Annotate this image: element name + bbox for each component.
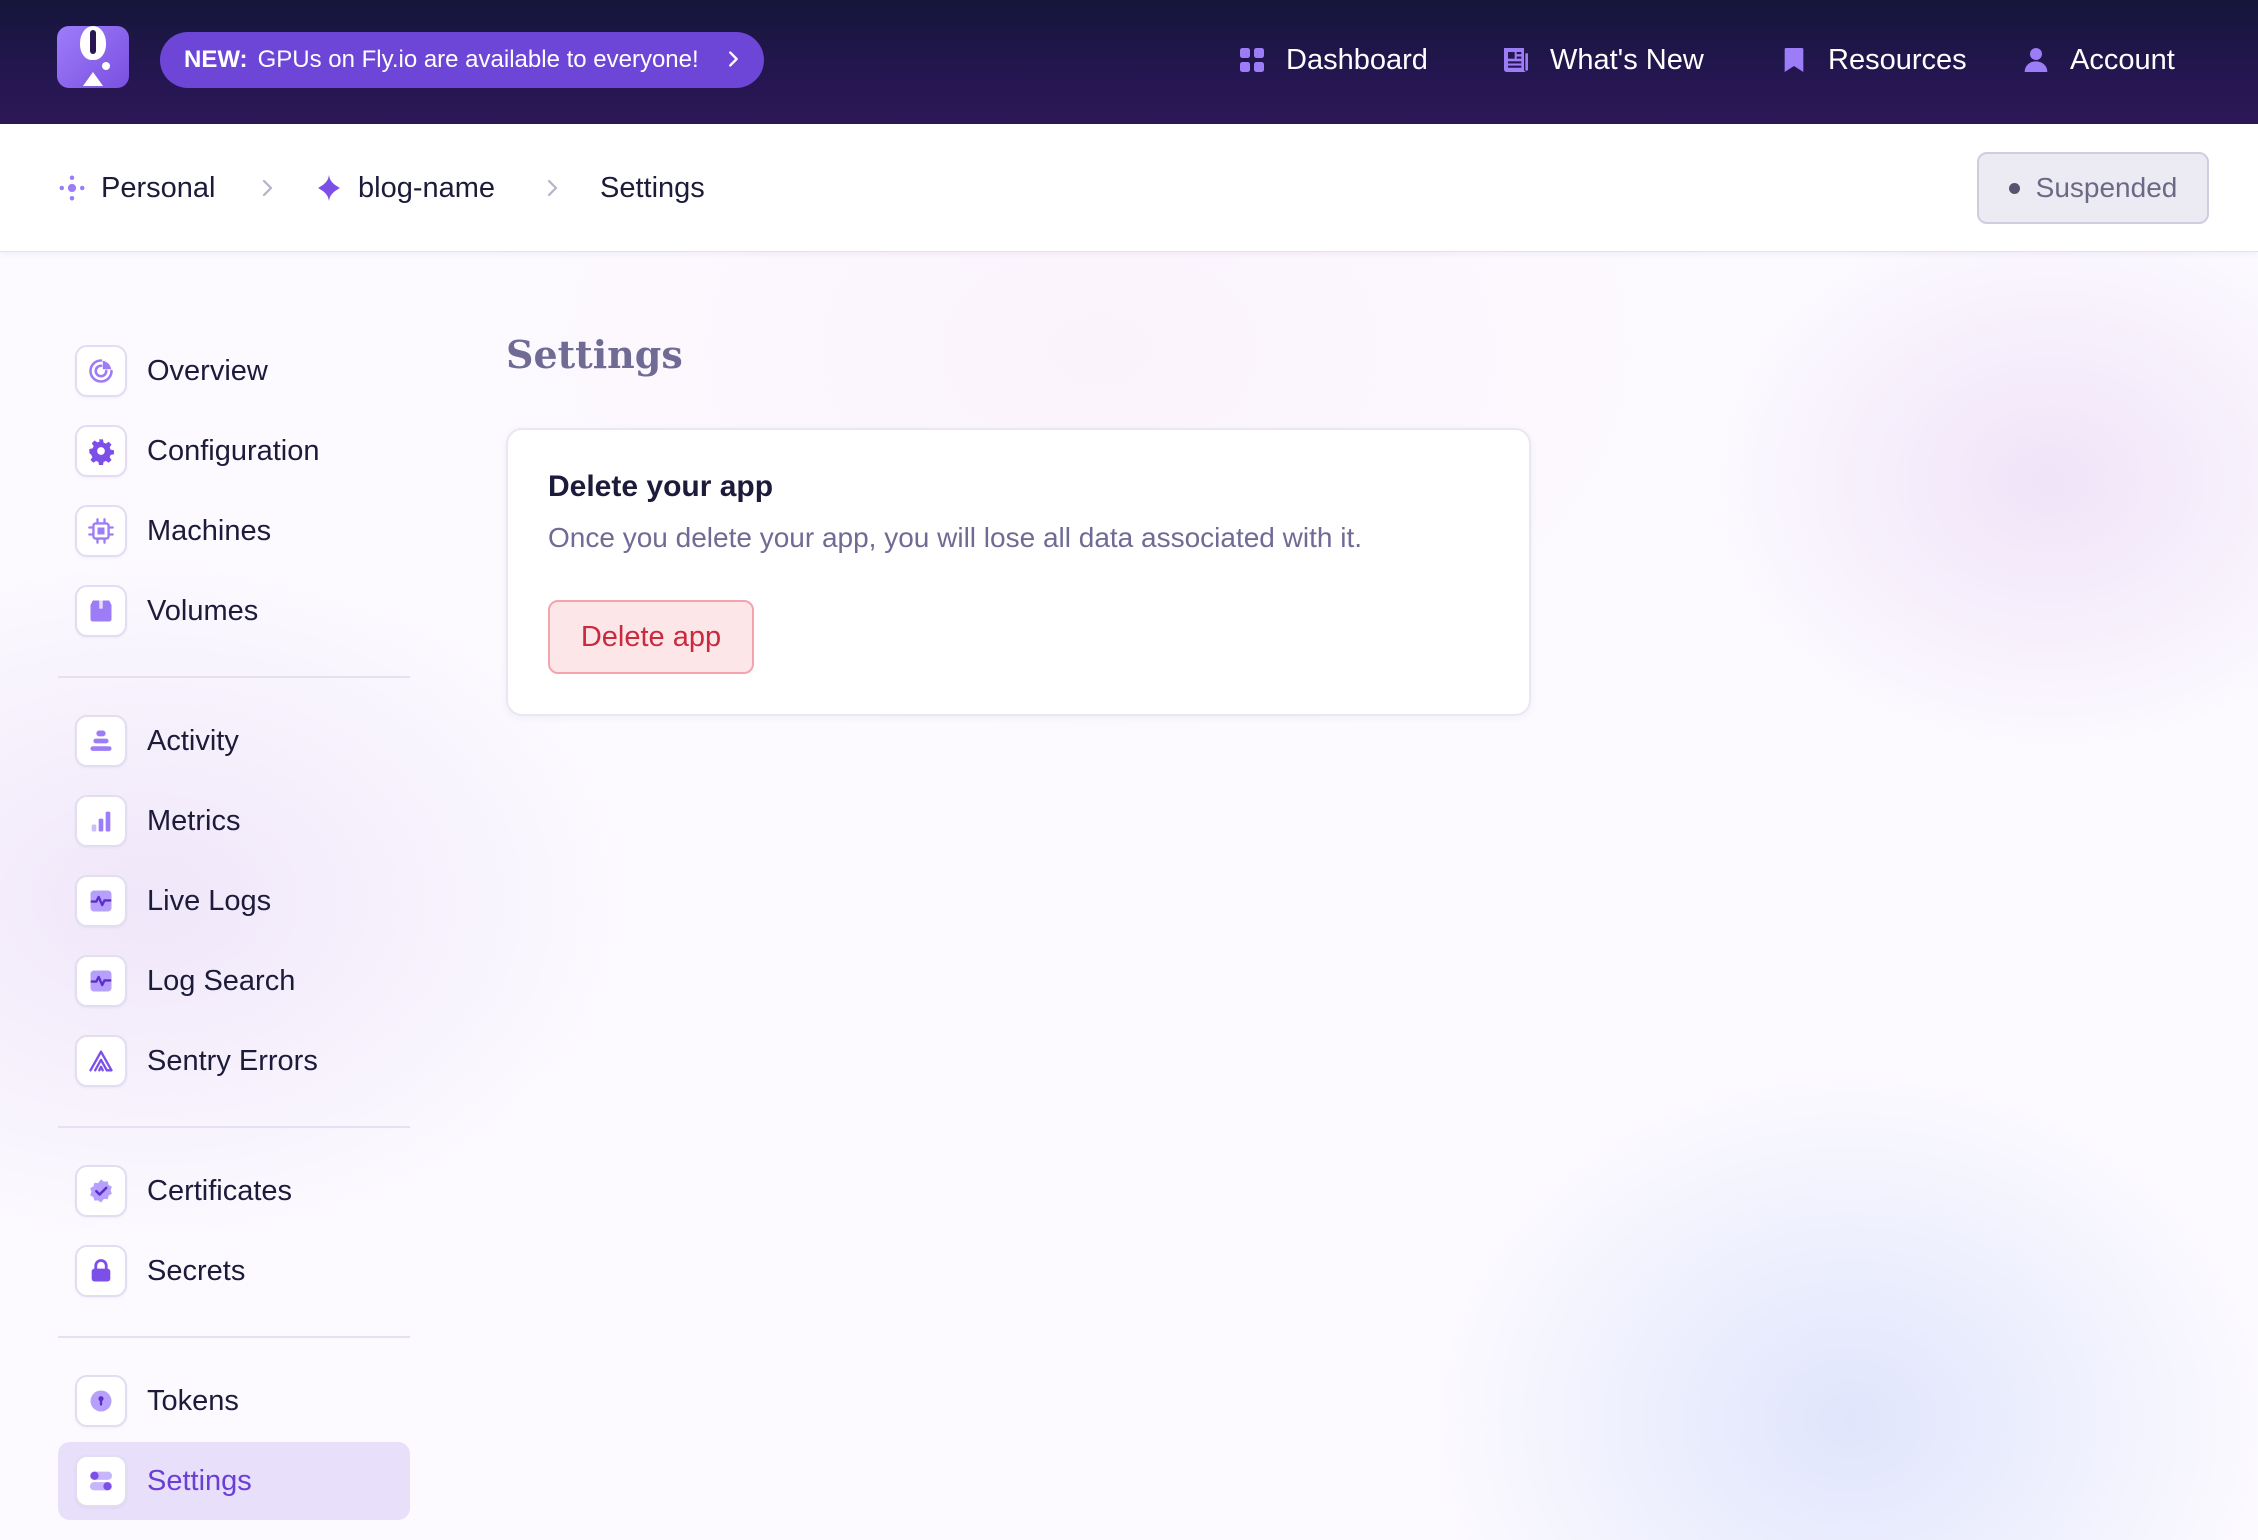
breadcrumb: Personal blog-name Settings Suspended	[0, 124, 2258, 252]
sidebar-item-label: Secrets	[147, 1254, 246, 1287]
announcement-prefix: NEW:	[184, 46, 248, 73]
sidebar-item-certificates[interactable]: Certificates	[58, 1152, 410, 1230]
chevron-right-icon	[547, 179, 558, 197]
sidebar-item-label: Metrics	[147, 804, 241, 837]
sparkle-icon	[318, 174, 340, 202]
token-icon	[75, 1375, 127, 1427]
sidebar-divider	[58, 1336, 410, 1338]
sidebar-item-label: Overview	[147, 354, 268, 387]
status-badge[interactable]: Suspended	[1977, 152, 2209, 224]
nav-whats-new[interactable]: What's New	[1500, 36, 1704, 84]
sidebar-item-label: Live Logs	[147, 884, 272, 917]
sidebar-item-configuration[interactable]: Configuration	[58, 412, 410, 490]
box-icon	[75, 585, 127, 637]
sidebar-item-metrics[interactable]: Metrics	[58, 782, 410, 860]
activity-icon	[75, 715, 127, 767]
sidebar-item-label: Certificates	[147, 1174, 293, 1207]
sidebar-item-overview[interactable]: Overview	[58, 332, 410, 410]
breadcrumb-settings[interactable]: Settings	[600, 168, 705, 208]
sidebar-item-activity[interactable]: Activity	[58, 702, 410, 780]
nav-resources-label: Resources	[1828, 43, 1967, 76]
nav-account[interactable]: Account	[2020, 36, 2175, 84]
sidebar-item-sentry-errors[interactable]: Sentry Errors	[58, 1022, 410, 1100]
sidebar-item-label: Machines	[147, 514, 272, 547]
breadcrumb-personal-label: Personal	[101, 171, 216, 204]
sidebar-item-settings[interactable]: Settings	[58, 1442, 410, 1520]
sidebar-divider	[58, 676, 410, 678]
breadcrumb-settings-label: Settings	[600, 171, 705, 204]
sentry-icon	[75, 1035, 127, 1087]
announcement-banner[interactable]: NEW: GPUs on Fly.io are available to eve…	[160, 32, 764, 88]
fly-logo-icon[interactable]	[57, 26, 129, 88]
delete-app-button[interactable]: Delete app	[548, 600, 754, 674]
announcement-text: GPUs on Fly.io are available to everyone…	[257, 46, 699, 73]
grid-icon	[1240, 48, 1264, 72]
sidebar-item-label: Settings	[147, 1464, 252, 1497]
nav-dashboard[interactable]: Dashboard	[1236, 36, 1428, 84]
sidebar-item-volumes[interactable]: Volumes	[58, 572, 410, 650]
gear-icon	[75, 425, 127, 477]
sidebar-item-secrets[interactable]: Secrets	[58, 1232, 410, 1310]
user-icon	[2024, 48, 2048, 72]
breadcrumb-personal[interactable]: Personal	[57, 168, 215, 208]
badge-check-icon	[75, 1165, 127, 1217]
nav-dashboard-label: Dashboard	[1286, 43, 1428, 76]
status-badge-label: Suspended	[2035, 172, 2178, 203]
card-title: Delete your app	[548, 470, 774, 503]
page-title: Settings	[506, 332, 683, 377]
card-description: Once you delete your app, you will lose …	[548, 522, 1363, 553]
nav-account-label: Account	[2070, 43, 2175, 76]
bookmark-icon	[1784, 48, 1804, 72]
top-navbar: NEW: GPUs on Fly.io are available to eve…	[0, 0, 2258, 124]
sidebar-item-tokens[interactable]: Tokens	[58, 1362, 410, 1440]
breadcrumb-app-label: blog-name	[358, 171, 496, 204]
pulse-icon	[75, 875, 127, 927]
toggles-icon	[75, 1455, 127, 1507]
pulse-icon	[75, 955, 127, 1007]
sidebar-item-machines[interactable]: Machines	[58, 492, 410, 570]
sidebar: Overview Configuration Machines Volumes …	[0, 252, 420, 1540]
sidebar-item-live-logs[interactable]: Live Logs	[58, 862, 410, 940]
lock-icon	[75, 1245, 127, 1297]
newspaper-icon	[1504, 48, 1528, 72]
nav-whats-new-label: What's New	[1550, 43, 1704, 76]
sidebar-divider	[58, 1126, 410, 1128]
org-dots-icon	[59, 175, 85, 201]
sidebar-item-label: Configuration	[147, 434, 320, 467]
chevron-right-icon	[729, 51, 738, 67]
sidebar-item-label: Log Search	[147, 964, 296, 997]
sidebar-item-label: Sentry Errors	[147, 1044, 318, 1077]
nav-resources[interactable]: Resources	[1778, 36, 1967, 84]
sidebar-item-label: Activity	[147, 724, 239, 757]
chevron-right-icon	[262, 179, 273, 197]
delete-app-card: Delete your app Once you delete your app…	[506, 428, 1531, 716]
chip-icon	[75, 505, 127, 557]
sidebar-item-log-search[interactable]: Log Search	[58, 942, 410, 1020]
status-dot-icon	[2008, 182, 2020, 194]
sidebar-item-label: Volumes	[147, 594, 259, 627]
breadcrumb-app[interactable]: blog-name	[314, 168, 495, 208]
sidebar-item-label: Tokens	[147, 1384, 239, 1417]
bar-chart-icon	[75, 795, 127, 847]
overview-icon	[75, 345, 127, 397]
